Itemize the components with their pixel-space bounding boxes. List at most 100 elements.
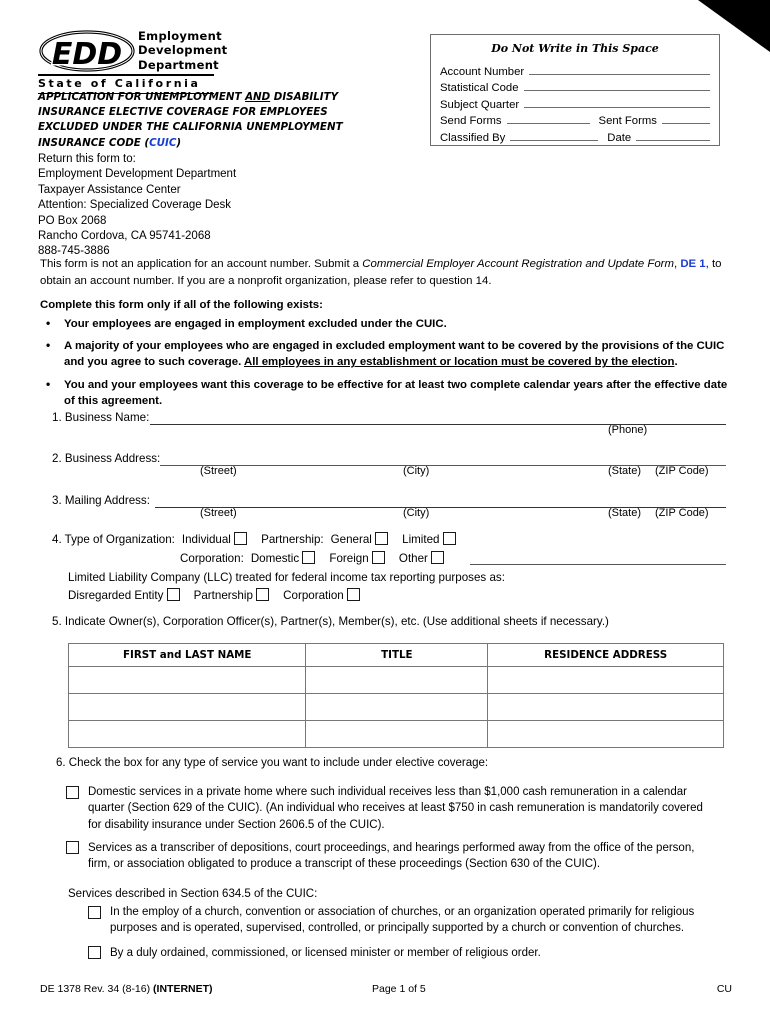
llc-corporation-checkbox[interactable] [346, 588, 360, 601]
intro-italic-form-name: Commercial Employer Account Registration… [362, 258, 674, 270]
footer-cu-code: CU [716, 983, 732, 995]
send-forms-input[interactable] [506, 112, 590, 124]
title-line2: INSURANCE ELECTIVE COVERAGE FOR EMPLOYEE… [38, 106, 328, 119]
disregarded-entity-label: Disregarded Entity [68, 589, 164, 602]
field-account-number: Account Number [440, 61, 710, 78]
title-line3: EXCLUDED UNDER THE CALIFORNIA UNEMPLOYME… [38, 121, 343, 134]
bullet-2-text-b: . [674, 356, 678, 369]
other-organization-input[interactable] [470, 564, 726, 565]
logo-row: EDD Employment Development Department [38, 28, 227, 74]
business-name-label: 1. Business Name: [52, 411, 150, 424]
ordained-minister-text: By a duly ordained, commissioned, or lic… [110, 947, 541, 959]
subject-quarter-label: Subject Quarter [440, 98, 520, 111]
table-row [67, 693, 724, 721]
cell-title[interactable] [305, 666, 489, 694]
cell-residence-address[interactable] [487, 693, 724, 721]
logo-word-1: Employment [138, 29, 222, 43]
table-row [67, 666, 724, 694]
return-intro: Return this form to: [38, 153, 136, 165]
partnership-label: Partnership: [261, 533, 324, 546]
return-line-2: Taxpayer Assistance Center [38, 183, 181, 196]
field-subject-quarter: Subject Quarter [440, 94, 710, 111]
mailing-address-label: 3. Mailing Address: [52, 494, 150, 507]
corporation-label: Corporation: [180, 552, 244, 565]
type-of-organization-row-2: Corporation: Domestic Foreign Other [180, 551, 445, 565]
mailing-address-street-sublabel: (Street) [200, 507, 237, 519]
complete-form-heading: Complete this form only if all of the fo… [40, 299, 323, 311]
business-address-state-sublabel: (State) [608, 465, 642, 477]
cell-title[interactable] [305, 693, 489, 721]
footer-internet-tag: (INTERNET) [153, 983, 213, 995]
footer-page-number: Page 1 of 5 [372, 983, 426, 995]
subject-quarter-input[interactable] [524, 96, 710, 108]
return-address-block: Return this form to: Employment Developm… [38, 152, 236, 260]
logo-state-line: State of California [38, 77, 201, 90]
business-address-city-sublabel: (City) [403, 465, 430, 477]
limited-partnership-checkbox[interactable] [442, 532, 456, 545]
domestic-services-checkbox[interactable] [66, 786, 79, 799]
column-header-residence-address: RESIDENCE ADDRESS [487, 643, 724, 667]
business-address-zip-sublabel: (ZIP Code) [655, 465, 709, 477]
church-employ-checkbox[interactable] [88, 906, 101, 919]
domestic-services-text: Domestic services in a private home wher… [88, 786, 703, 831]
statistical-code-input[interactable] [523, 79, 710, 91]
cell-name[interactable] [67, 666, 307, 694]
requirements-bullet-list: Your employees are engaged in employment… [40, 315, 732, 415]
sent-forms-input[interactable] [661, 112, 710, 124]
bullet-item-1: Your employees are engaged in employment… [40, 315, 732, 332]
form-page: EDD Employment Development Department St… [0, 0, 770, 1024]
cell-name[interactable] [67, 720, 307, 748]
other-organization-checkbox[interactable] [431, 551, 445, 564]
return-line-3: Attention: Specialized Coverage Desk [38, 199, 232, 212]
general-label: General [330, 533, 372, 546]
foreign-corporation-checkbox[interactable] [371, 551, 385, 564]
account-number-input[interactable] [529, 63, 710, 75]
logo-word-2: Development [138, 43, 228, 58]
return-line-1: Employment Development Department [38, 168, 237, 181]
intro-part1: This form is not an application for an a… [40, 258, 363, 270]
return-line-4: PO Box 2068 [38, 214, 107, 227]
domestic-corporation-checkbox[interactable] [302, 551, 316, 564]
de1-link[interactable]: DE 1 [680, 258, 705, 270]
general-partnership-checkbox[interactable] [375, 532, 389, 545]
domestic-label: Domestic [250, 552, 300, 565]
send-forms-label: Send Forms [440, 115, 502, 127]
llc-options-row: Disregarded Entity Partnership Corporati… [68, 588, 360, 602]
field-statistical-code: Statistical Code [440, 78, 710, 94]
svg-text:EDD: EDD [52, 37, 122, 72]
owners-officers-table: FIRST and LAST NAME TITLE RESIDENCE ADDR… [67, 643, 724, 748]
cell-residence-address[interactable] [487, 720, 724, 748]
title-line1-b: DISABILITY [270, 91, 339, 103]
section-634-heading: Services described in Section 634.5 of t… [68, 888, 318, 900]
ordained-minister-checkbox[interactable] [88, 946, 101, 959]
transcriber-services-checkbox[interactable] [66, 841, 79, 854]
type-of-organization-label: 4. Type of Organization: [52, 533, 175, 546]
business-address-street-sublabel: (Street) [200, 465, 237, 477]
individual-checkbox[interactable] [234, 532, 248, 545]
mailing-address-city-sublabel: (City) [403, 507, 430, 519]
logo-word-3: Department [138, 57, 219, 72]
footer-form-id: DE 1378 Rev. 34 (8-16) (INTERNET) [40, 983, 213, 995]
llc-partnership-checkbox[interactable] [256, 588, 270, 601]
cell-name[interactable] [67, 693, 307, 721]
individual-label: Individual [181, 533, 231, 546]
field-classified-by: Classified By Date [440, 127, 710, 144]
cell-title[interactable] [305, 720, 489, 748]
cuic-link[interactable]: CUIC [149, 137, 176, 149]
account-number-label: Account Number [440, 65, 525, 78]
business-address-input[interactable] [160, 465, 726, 466]
bullet-3-text: You and your employees want this coverag… [64, 378, 728, 407]
date-input[interactable] [636, 129, 710, 141]
title-and-underline: AND [245, 91, 271, 103]
logo-wordmark: Employment Development Department [138, 29, 227, 72]
title-line4-b: ) [176, 136, 182, 149]
cell-residence-address[interactable] [487, 666, 724, 694]
column-header-name: FIRST and LAST NAME [67, 643, 307, 667]
bullet-item-3: You and your employees want this coverag… [40, 376, 732, 409]
llc-partnership-label: Partnership [193, 589, 253, 602]
phone-sublabel: (Phone) [608, 424, 648, 436]
elective-coverage-label: 6. Check the box for any type of service… [56, 757, 489, 769]
classified-by-input[interactable] [510, 129, 599, 141]
llc-description-text: Limited Liability Company (LLC) treated … [68, 571, 505, 584]
disregarded-entity-checkbox[interactable] [166, 588, 180, 601]
